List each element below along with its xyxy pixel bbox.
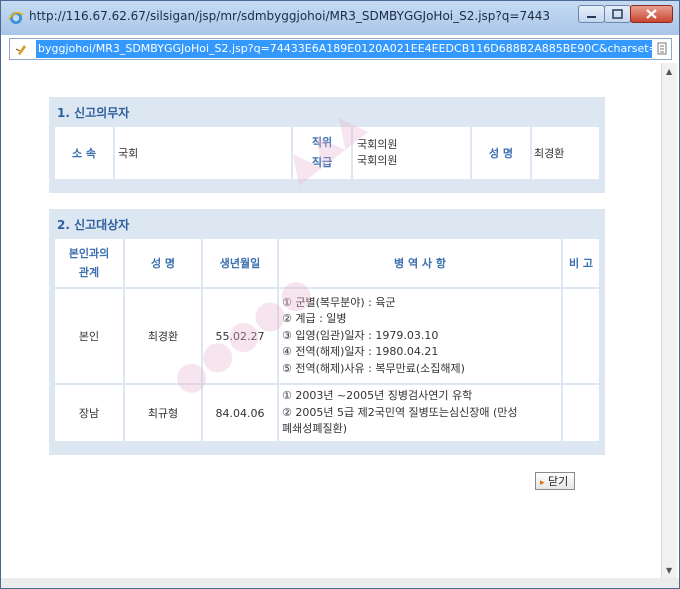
header-relation: 본인과의 관계 <box>55 239 123 287</box>
vertical-scrollbar[interactable]: ▲ ▼ <box>661 63 677 579</box>
page-content: 1. 신고의무자 소 속 국회 직위 직급 국회의원 국회의원 성 명 최경환 <box>9 63 661 579</box>
header-military: 병 역 사 항 <box>279 239 561 287</box>
position-label: 직위 직급 <box>293 127 351 179</box>
affiliation-value: 국회 <box>115 127 291 179</box>
row-relation: 장남 <box>55 385 123 441</box>
internet-explorer-icon <box>8 11 24 24</box>
row-birth: 84.04.06 <box>203 385 277 441</box>
close-window-button[interactable] <box>630 5 673 23</box>
scroll-up-icon[interactable]: ▲ <box>666 67 672 76</box>
status-strip <box>1 578 679 588</box>
url-text[interactable]: byggjohoi/MR3_SDMBYGGJoHoi_S2.jsp?q=7443… <box>36 40 652 58</box>
table-row: 장남 최규형 84.04.06 ① 2003년 ~2005년 징병검사연기 유학… <box>55 385 599 441</box>
military-line: 폐쇄성폐질환) <box>282 422 348 436</box>
maximize-icon <box>612 9 623 19</box>
row-military: ① 군별(복무분야) : 육군 ② 계급 : 일병 ③ 입영(임관)일자 : 1… <box>279 289 561 383</box>
position-value-2: 국회의원 <box>357 154 398 167</box>
row-note <box>563 385 599 441</box>
row-birth: 55.02.27 <box>203 289 277 383</box>
military-line: ⑤ 전역(해제)사유 : 복무만료(소집해제) <box>282 361 465 375</box>
row-name: 최경환 <box>125 289 201 383</box>
military-line: ② 계급 : 일병 <box>282 312 347 326</box>
military-line: ① 군별(복무분야) : 육군 <box>282 295 396 309</box>
row-name: 최규형 <box>125 385 201 441</box>
military-line: ③ 입영(임관)일자 : 1979.03.10 <box>282 328 439 342</box>
position-label-1: 직위 <box>311 136 333 149</box>
minimize-icon <box>587 16 596 18</box>
target-section: 2. 신고대상자 본인과의 관계 성 명 생년월일 병 역 사 항 비 고 본인… <box>49 209 605 455</box>
row-military: ① 2003년 ~2005년 징병검사연기 유학 ② 2005년 5급 제2국민… <box>279 385 561 441</box>
header-birth: 생년월일 <box>203 239 277 287</box>
header-name: 성 명 <box>125 239 201 287</box>
name-value: 최경환 <box>532 127 599 179</box>
row-note <box>563 289 599 383</box>
section-title: 1. 신고의무자 <box>57 106 130 120</box>
popup-window: http://116.67.62.67/silsigan/jsp/mr/sdmb… <box>0 0 680 589</box>
military-line: ④ 전역(해제)일자 : 1980.04.21 <box>282 345 439 359</box>
maximize-button[interactable] <box>604 5 631 23</box>
window-title: http://116.67.62.67/silsigan/jsp/mr/sdmb… <box>29 9 549 23</box>
position-value-1: 국회의원 <box>357 138 398 151</box>
address-bar[interactable]: byggjohoi/MR3_SDMBYGGJoHoi_S2.jsp?q=7443… <box>9 38 672 60</box>
reporter-table: 소 속 국회 직위 직급 국회의원 국회의원 성 명 최경환 <box>53 125 601 181</box>
header-note: 비 고 <box>563 239 599 287</box>
arrow-right-icon: ▸ <box>540 478 545 488</box>
document-icon <box>657 42 667 55</box>
scroll-down-icon[interactable]: ▼ <box>666 566 672 575</box>
military-line: ② 2005년 5급 제2국민역 질병또는심신장애 (만성 <box>282 405 518 419</box>
title-bar[interactable]: http://116.67.62.67/silsigan/jsp/mr/sdmb… <box>1 1 679 35</box>
close-button[interactable]: ▸ 닫기 <box>535 472 576 490</box>
close-button-label: 닫기 <box>548 475 569 488</box>
minimize-button[interactable] <box>578 5 605 23</box>
close-icon <box>646 9 657 19</box>
row-relation: 본인 <box>55 289 123 383</box>
header-relation-1: 본인과의 <box>68 247 110 260</box>
reporter-section: 1. 신고의무자 소 속 국회 직위 직급 국회의원 국회의원 성 명 최경환 <box>49 97 605 193</box>
military-line: ① 2003년 ~2005년 징병검사연기 유학 <box>282 389 473 403</box>
affiliation-label: 소 속 <box>55 127 113 179</box>
section-title: 2. 신고대상자 <box>57 218 130 232</box>
header-relation-2: 관계 <box>78 266 100 279</box>
table-row: 본인 최경환 55.02.27 ① 군별(복무분야) : 육군 ② 계급 : 일… <box>55 289 599 383</box>
position-value: 국회의원 국회의원 <box>353 127 470 179</box>
target-table: 본인과의 관계 성 명 생년월일 병 역 사 항 비 고 본인 최경환 55.0… <box>53 237 601 443</box>
name-label: 성 명 <box>472 127 530 179</box>
position-label-2: 직급 <box>311 156 333 169</box>
page-icon <box>15 45 26 55</box>
